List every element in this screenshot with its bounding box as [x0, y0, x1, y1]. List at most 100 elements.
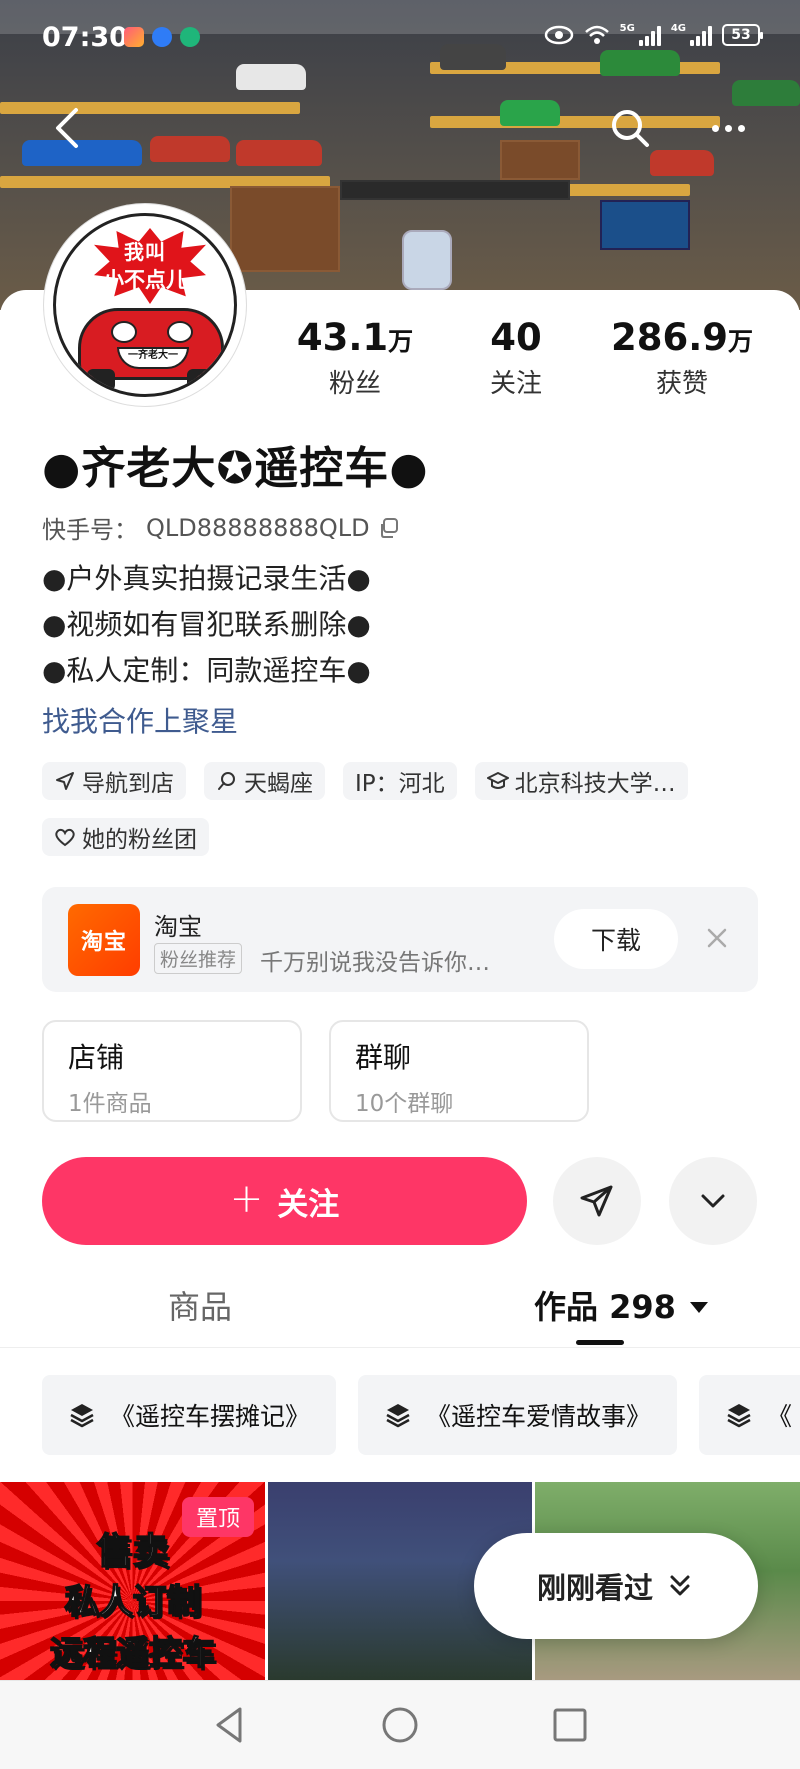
paper-plane-icon: [580, 1185, 613, 1217]
promo-description: 千万别说我没告诉你…: [260, 950, 490, 976]
collection-chip[interactable]: 《: [699, 1375, 800, 1455]
stat-label: 关注: [489, 369, 542, 399]
expand-recommend-button[interactable]: [669, 1157, 757, 1245]
tab-active-indicator: [576, 1340, 624, 1345]
table: [340, 180, 570, 200]
battery-icon: 53: [722, 24, 763, 46]
follow-label: 关注: [277, 1186, 340, 1223]
water-bottle: [402, 230, 452, 290]
box: [500, 140, 580, 180]
stat-likes[interactable]: 286.9万 获赞: [596, 316, 768, 400]
kuaishou-id-value: QLD88888888QLD: [146, 513, 370, 542]
bio-line: ●视频如有冒犯联系删除●: [42, 608, 371, 641]
follow-button[interactable]: + 关注: [42, 1157, 527, 1245]
card-title: 群聊: [355, 1041, 412, 1074]
tag-label: 导航到店: [82, 771, 174, 797]
tab-works[interactable]: 作品 298: [534, 1282, 708, 1328]
promo-badge: 粉丝推荐: [154, 943, 243, 974]
triangle-back-icon[interactable]: [206, 1701, 254, 1749]
avatar-image: 我叫 小不点儿 一齐老大一: [53, 213, 237, 397]
thumbnail-text: 私人订制: [64, 1581, 202, 1623]
collection-chip[interactable]: 《遥控车摆摊记》: [42, 1375, 337, 1455]
close-icon[interactable]: [702, 923, 732, 953]
signal-icon: [638, 24, 661, 46]
signal-icon: [690, 24, 712, 46]
app-notification-icon: [180, 27, 200, 47]
layers-icon: [386, 1404, 410, 1428]
more-dots-icon[interactable]: [700, 103, 756, 153]
tag-constellation[interactable]: 天蝎座: [204, 762, 325, 800]
tag-fan-club[interactable]: 她的粉丝团: [42, 818, 209, 856]
collection-label: 《遥控车摆摊记》: [110, 1402, 311, 1431]
wooden-chair: [230, 186, 340, 272]
stat-label: 获赞: [655, 369, 708, 399]
stat-value: 40: [490, 316, 542, 359]
recently-viewed-button[interactable]: 刚刚看过: [474, 1533, 758, 1639]
profile-nickname: ●齐老大✪遥控车●: [42, 443, 429, 494]
group-chat-card[interactable]: 群聊 10个群聊: [329, 1020, 589, 1122]
avatar-car: 一齐老大一: [78, 308, 224, 391]
square-recents-icon[interactable]: [546, 1701, 594, 1749]
profile-tags: 导航到店 天蝎座 IP：河北 北京科技大学… 她的粉丝团: [42, 762, 762, 856]
chevron-left-icon[interactable]: [48, 104, 88, 152]
taobao-logo: 淘宝: [68, 904, 140, 976]
collection-label: 《遥控车爱情故事》: [426, 1402, 652, 1431]
tag-school[interactable]: 北京科技大学…: [474, 762, 688, 800]
bio-line: ●户外真实拍摄记录生活●: [42, 562, 371, 595]
search-icon[interactable]: [608, 106, 652, 150]
recently-viewed-label: 刚刚看过: [536, 1571, 653, 1605]
wifi-icon: [584, 25, 609, 44]
tag-navigate-to-store[interactable]: 导航到店: [42, 762, 186, 800]
bio-line: ●私人定制：同款遥控车●: [42, 654, 371, 687]
stat-value: 286.9: [610, 316, 729, 359]
tag-ip-location: IP：河北: [343, 762, 457, 800]
download-button[interactable]: 下载: [554, 909, 678, 969]
avatar[interactable]: 我叫 小不点儿 一齐老大一: [44, 204, 246, 406]
kuaishou-id: 快手号： QLD88888888QLD: [42, 510, 400, 545]
avatar-text: 我叫: [124, 240, 166, 264]
tag-label: IP：河北: [355, 771, 445, 797]
stat-following[interactable]: 40 关注: [458, 316, 574, 400]
layers-icon: [727, 1404, 751, 1428]
pinned-badge: 置顶: [182, 1497, 254, 1537]
rc-car: [500, 100, 560, 126]
collection-chips: 《遥控车摆摊记》 《遥控车爱情故事》 《: [42, 1375, 800, 1455]
double-chevron-down-icon: [670, 1575, 690, 1596]
heart-icon: [55, 828, 75, 847]
collection-label: 《: [767, 1402, 793, 1431]
plus-icon: +: [229, 1176, 264, 1222]
collaboration-link[interactable]: 找我合作上聚星: [42, 700, 238, 740]
layers-icon: [70, 1404, 94, 1428]
rc-car: [150, 136, 230, 162]
share-button[interactable]: [553, 1157, 641, 1245]
stat-value: 43.1: [296, 316, 389, 359]
avatar-text: 小不点儿: [103, 268, 187, 292]
network-type: 5G: [619, 22, 635, 34]
tab-products[interactable]: 商品: [168, 1282, 232, 1328]
shop-card[interactable]: 店铺 1件商品: [42, 1020, 302, 1122]
status-time: 07:30: [42, 22, 128, 53]
stat-followers[interactable]: 43.1万 粉丝: [280, 316, 430, 400]
tag-label: 北京科技大学…: [514, 771, 676, 797]
shelf: [430, 116, 720, 128]
card-subtitle: 10个群聊: [355, 1091, 454, 1117]
app-notification-icon: [124, 27, 144, 47]
stat-unit: 万: [388, 327, 414, 356]
rc-car: [650, 150, 714, 176]
video-thumbnail[interactable]: 售卖 私人订制 远程遥控车 置顶: [0, 1482, 265, 1680]
navigation-arrow-icon: [56, 772, 74, 790]
circle-home-icon[interactable]: [376, 1701, 424, 1749]
collection-chip[interactable]: 《遥控车爱情故事》: [358, 1375, 678, 1455]
status-bar: 07:30 5G 4G 53: [0, 0, 800, 78]
system-navigation-bar: [0, 1680, 800, 1769]
search-constellation-icon: [218, 772, 235, 790]
profile-bio: ●户外真实拍摄记录生活● ●视频如有冒犯联系删除● ●私人定制：同款遥控车●: [42, 556, 371, 694]
promo-app-name: 淘宝: [154, 913, 202, 941]
copy-icon[interactable]: [378, 517, 400, 539]
app-promo-card[interactable]: 淘宝 淘宝 粉丝推荐 千万别说我没告诉你… 下载: [42, 887, 758, 992]
eye-icon: [544, 25, 573, 45]
stat-unit: 万: [728, 327, 754, 356]
network-type: 4G: [670, 22, 686, 34]
card-subtitle: 1件商品: [68, 1091, 152, 1117]
avatar-car-wheel: [87, 369, 115, 391]
